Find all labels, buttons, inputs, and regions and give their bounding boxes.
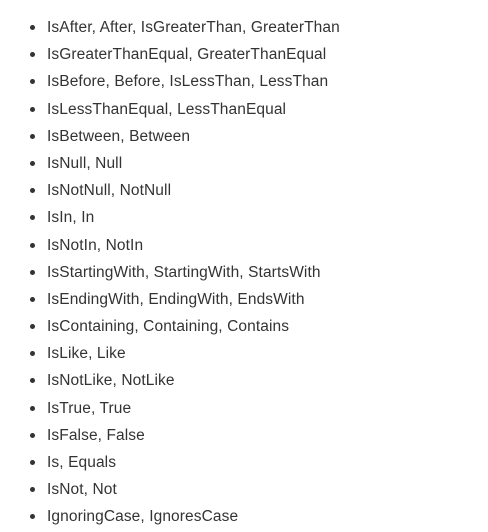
list-item-text: IsNotIn, NotIn [47,236,144,254]
bullet-icon [30,460,35,465]
list-item: IsIn, In [0,204,488,231]
list-item: Is, Equals [0,449,488,476]
list-item-text: IsStartingWith, StartingWith, StartsWith [47,263,321,281]
list-item: IsLessThanEqual, LessThanEqual [0,96,488,123]
list-item: IsNotLike, NotLike [0,367,488,394]
list-item: IsNotIn, NotIn [0,232,488,259]
keyword-list: IsAfter, After, IsGreaterThan, GreaterTh… [0,14,488,531]
list-item: IsStartingWith, StartingWith, StartsWith [0,259,488,286]
list-item-text: IsNotNull, NotNull [47,182,172,200]
list-item-text: IsEndingWith, EndingWith, EndsWith [47,290,305,308]
bullet-icon [30,188,35,194]
bullet-icon [30,296,35,302]
bullet-icon [30,133,35,139]
bullet-icon [30,106,35,112]
list-item: IsNot, Not [0,476,488,503]
list-item: IsEndingWith, EndingWith, EndsWith [0,286,488,313]
list-item-text: IsLessThanEqual, LessThanEqual [47,100,287,118]
list-item-text: Is, Equals [47,454,117,471]
bullet-icon [30,405,35,411]
bullet-icon [30,242,35,248]
list-item: IsNull, Null [0,150,488,177]
list-item: IsTrue, True [0,395,488,422]
bullet-icon [30,215,35,221]
bullet-icon [30,52,35,58]
bullet-icon [30,514,35,520]
list-item-text: IsNull, Null [47,154,123,172]
list-item-text: IsNot, Not [47,481,117,499]
list-item-text: IsContaining, Containing, Contains [47,318,290,336]
list-item: IsLike, Like [0,340,488,367]
list-item: IsBetween, Between [0,123,488,150]
bullet-icon [30,378,35,384]
list-item: IsBefore, Before, IsLessThan, LessThan [0,68,488,95]
list-item: IgnoringCase, IgnoresCase [0,503,488,530]
list-item: IsGreaterThanEqual, GreaterThanEqual [0,41,488,68]
bullet-icon [30,324,35,330]
list-item-text: IsBefore, Before, IsLessThan, LessThan [47,73,329,91]
list-item-text: IsTrue, True [47,399,132,417]
list-item-text: IsGreaterThanEqual, GreaterThanEqual [47,46,327,64]
list-item-text: IsNotLike, NotLike [47,372,175,390]
bullet-icon [30,487,35,493]
list-item-text: IsAfter, After, IsGreaterThan, GreaterTh… [47,19,340,36]
bullet-icon [30,432,35,438]
list-item-text: IsIn, In [47,209,95,227]
list-item: IsAfter, After, IsGreaterThan, GreaterTh… [0,14,488,41]
list-item-text: IgnoringCase, IgnoresCase [47,508,239,526]
bullet-icon [30,160,35,166]
list-item: IsContaining, Containing, Contains [0,313,488,340]
bullet-icon [30,25,35,30]
list-item-text: IsFalse, False [47,426,145,444]
list-item-text: IsBetween, Between [47,127,191,145]
list-item: IsFalse, False [0,422,488,449]
list-item: IsNotNull, NotNull [0,177,488,204]
list-item-text: IsLike, Like [47,345,126,363]
bullet-icon [30,351,35,357]
bullet-icon [30,79,35,85]
bullet-icon [30,269,35,275]
